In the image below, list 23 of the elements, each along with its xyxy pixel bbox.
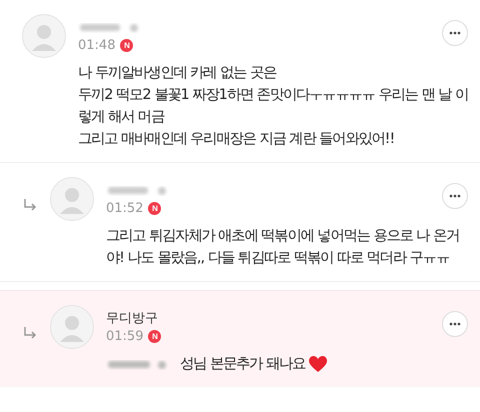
comment-text: 그리고 튀김자체가 애초에 떡볶이에 넣어먹는 용으로 나 온거야! 나도 몰랐음,, 다들 튀김따로 떡볶이 따로 먹더라 구ㅠㅠ	[106, 227, 460, 268]
comment-time: 01:59	[106, 329, 144, 344]
new-badge: N	[148, 330, 162, 343]
more-button[interactable]	[442, 183, 468, 209]
new-badge: N	[148, 202, 162, 215]
avatar-icon	[22, 14, 66, 58]
avatar-icon	[50, 305, 94, 349]
comment-text: 두끼2 떡모2 불꽃1 짜장1하면 존맛이다ㅜㅠㅠㅠㅠ 우리는 맨 날 이렇게 해서 머금	[78, 86, 469, 127]
comment-time: 01:52	[106, 201, 144, 216]
author-name: 무디방구	[106, 310, 158, 327]
more-button[interactable]	[442, 20, 468, 46]
reply-arrow-icon	[22, 325, 38, 341]
comment-text: 그리고 매바매인데 우리매장은 지금 계란 들어와있어!!	[78, 130, 396, 149]
new-badge: N	[120, 39, 134, 52]
avatar-icon	[50, 177, 94, 221]
reply-arrow-icon	[22, 197, 38, 213]
comment-time: 01:48	[78, 38, 116, 53]
comment-text: 나 두끼알바생인데 카레 없는 곳은	[78, 64, 278, 83]
more-icon	[449, 322, 461, 326]
comment-text: 성님 본문추가 돼나요	[180, 355, 306, 374]
more-button[interactable]	[442, 311, 468, 337]
more-icon	[449, 194, 461, 198]
more-icon	[449, 31, 461, 35]
